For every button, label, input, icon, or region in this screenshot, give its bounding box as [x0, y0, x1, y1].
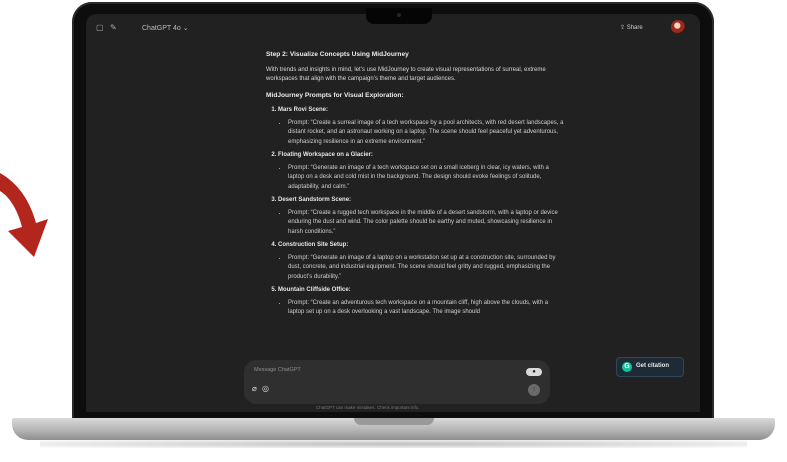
avatar[interactable] [671, 20, 685, 34]
list-item: Desert Sandstorm Scene: Prompt: “Create … [278, 196, 566, 237]
laptop-base [12, 418, 775, 440]
prompt-text: Prompt: “Create a surreal image of a tec… [288, 119, 566, 148]
prompt-text: Prompt: “Generate an image of a laptop o… [288, 254, 566, 283]
intro-text: With trends and insights in mind, let’s … [266, 66, 546, 83]
prompt-text: Prompt: “Create a rugged tech workspace … [288, 209, 566, 238]
base-opening-notch [354, 418, 434, 425]
message-composer[interactable]: Message ChatGPT ⌀ ◎ ● ↑ [244, 360, 550, 404]
list-item: Floating Workspace on a Glacier: Prompt:… [278, 151, 566, 192]
laptop-screen: ▢ ✎ ChatGPT 4o ⌄ ⇪ Share Step 2: Visuali… [86, 14, 700, 412]
camera-notch [366, 8, 432, 24]
grammarly-icon: G [622, 362, 632, 372]
sidebar-toggle-icon[interactable]: ▢ [96, 23, 104, 32]
list-item: Mountain Cliffside Office: Prompt: “Crea… [278, 286, 566, 318]
prompts-subheading: MidJourney Prompts for Visual Exploratio… [266, 91, 404, 99]
list-item: Construction Site Setup: Prompt: “Genera… [278, 241, 566, 282]
grammarly-label: Get citation [636, 363, 670, 369]
chat-message: Step 2: Visualize Concepts Using MidJour… [266, 50, 566, 322]
globe-icon[interactable]: ◎ [262, 384, 269, 393]
send-button[interactable]: ↑ [528, 384, 540, 396]
list-item: Mars Rovi Scene: Prompt: “Create a surre… [278, 106, 566, 147]
grammarly-citation-button[interactable]: G Get citation [616, 357, 684, 377]
model-label: ChatGPT 4o [142, 25, 181, 32]
attach-icon[interactable]: ⌀ [252, 384, 257, 393]
prompt-text: Prompt: “Generate an image of a tech wor… [288, 164, 566, 193]
step-heading: Step 2: Visualize Concepts Using MidJour… [266, 51, 409, 58]
disclaimer-text: ChatGPT can make mistakes. Check importa… [316, 405, 420, 410]
prompt-list: Mars Rovi Scene: Prompt: “Create a surre… [266, 106, 566, 318]
prompt-text: Prompt: “Create an adventurous tech work… [288, 299, 566, 318]
message-input[interactable]: Message ChatGPT [254, 367, 301, 373]
model-selector[interactable]: ChatGPT 4o ⌄ [142, 24, 189, 32]
share-button[interactable]: ⇪ Share [620, 24, 643, 31]
voice-icon[interactable]: ● [526, 368, 542, 376]
red-arrow-icon [0, 173, 48, 257]
new-chat-icon[interactable]: ✎ [110, 23, 117, 32]
